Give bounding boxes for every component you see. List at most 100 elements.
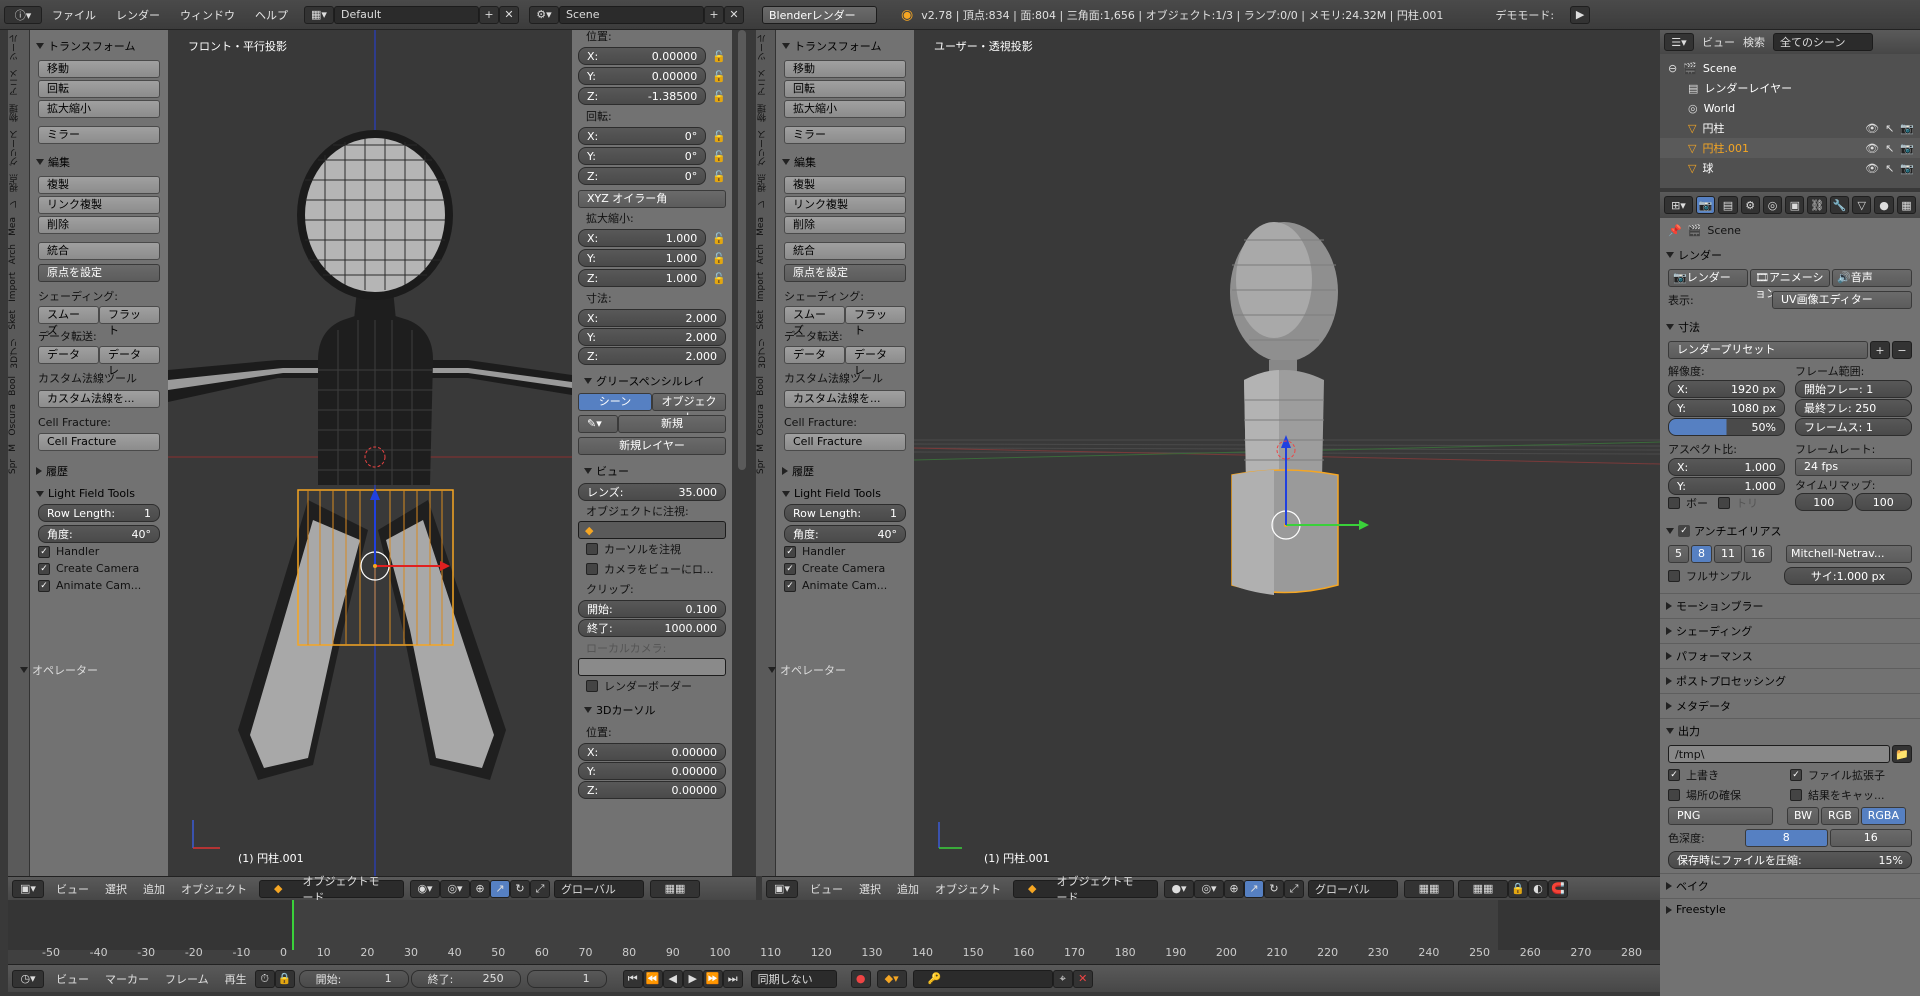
overwrite-checkbox[interactable]: ✓ 上書き — [1668, 767, 1790, 783]
edit-panel-header[interactable]: 編集 — [30, 150, 168, 174]
n-panel-scrollbar[interactable] — [738, 30, 746, 470]
tab-m[interactable]: M — [756, 440, 766, 456]
rot-x-field[interactable]: X: 0° — [578, 127, 707, 145]
output-path-field[interactable]: /tmp\ — [1668, 745, 1890, 763]
dim-x-field[interactable]: X: 2.000 — [578, 309, 726, 327]
loc-y-field[interactable]: Y: 0.00000 — [578, 67, 707, 85]
remove-scene-button[interactable]: ✕ — [724, 5, 744, 24]
camera-icon[interactable]: 📷 — [1900, 162, 1914, 175]
playback-menu[interactable]: 再生 — [217, 971, 255, 987]
screen-layout-field[interactable]: Default — [334, 5, 479, 24]
lock-icon[interactable]: 🔓 — [712, 232, 726, 245]
color-rgba-button[interactable]: RGBA — [1860, 807, 1906, 825]
row-length-field[interactable]: Row Length: 1 — [38, 504, 160, 522]
menu-help[interactable]: ヘルプ — [245, 7, 298, 23]
cursor-icon[interactable]: ↖ — [1885, 162, 1894, 175]
loc-z-field[interactable]: Z: -1.38500 — [578, 87, 707, 105]
set-origin-select[interactable]: 原点を設定 — [784, 264, 906, 282]
tab-mea[interactable]: Mea — [8, 213, 18, 240]
lock-camera-checkbox[interactable]: カメラをビューにロ... — [578, 559, 726, 579]
play-reverse-icon[interactable]: ◀ — [662, 969, 683, 988]
aa-samples-16[interactable]: 16 — [1744, 545, 1772, 563]
add-layout-button[interactable]: + — [479, 5, 499, 24]
aspect-x-field[interactable]: X: 1.000 — [1668, 458, 1785, 476]
shading-mode-icon[interactable]: ◉▾ — [410, 879, 440, 898]
cursor-icon[interactable]: ↖ — [1885, 142, 1894, 155]
cursor-y-field[interactable]: Y: 0.00000 — [578, 762, 726, 780]
delete-button[interactable]: 削除 — [38, 216, 160, 234]
add-scene-button[interactable]: + — [704, 5, 724, 24]
scale-button[interactable]: 拡大縮小 — [38, 100, 160, 118]
render-anim-button[interactable]: 🎞アニメーション — [1750, 269, 1830, 300]
3d-cursor-header[interactable]: 3Dカーソル — [578, 698, 726, 722]
mirror-button[interactable]: ミラー — [38, 126, 160, 144]
frame-menu[interactable]: フレーム — [157, 971, 217, 987]
screen-layout-icon[interactable]: ▦▾ — [304, 5, 334, 24]
link-duplicate-button[interactable]: リンク複製 — [38, 196, 160, 214]
outliner-row-scene[interactable]: ⊖ 🎬 Scene — [1660, 58, 1920, 78]
smooth-button[interactable]: スムーズ — [38, 306, 99, 337]
tab-anim[interactable]: アニメ — [8, 65, 21, 100]
pin-icon[interactable]: 📌 — [1668, 224, 1682, 237]
lock-icon[interactable]: 🔓 — [712, 170, 726, 183]
data-layout-button[interactable]: データレ — [99, 346, 160, 377]
insert-key-icon[interactable]: ⌖ — [1052, 969, 1073, 988]
border-checkbox[interactable]: ボー — [1668, 495, 1708, 511]
history-panel-header[interactable]: 履歴 — [30, 459, 168, 483]
rotate-button[interactable]: 回転 — [784, 80, 906, 98]
duplicate-button[interactable]: 複製 — [38, 176, 160, 194]
manipulator-icon[interactable]: ⊕ — [470, 879, 490, 898]
pivot-icon[interactable]: ◎▾ — [440, 879, 470, 898]
render-preview-icon[interactable]: ◐ — [1528, 879, 1548, 898]
tab-re[interactable]: レ — [8, 196, 21, 213]
freestyle-panel-header[interactable]: Freestyle — [1660, 898, 1920, 920]
material-icon[interactable]: ● — [1874, 196, 1894, 214]
current-frame-line[interactable] — [292, 900, 294, 950]
render-image-button[interactable]: 📷レンダー — [1668, 269, 1748, 287]
clip-end-field[interactable]: 終了: 1000.000 — [578, 619, 726, 637]
animate-cam-checkbox[interactable]: ✓ Animate Cam... — [30, 577, 168, 594]
tab-m[interactable]: M — [8, 440, 18, 456]
tab-3dprint[interactable]: 3Dプリ — [8, 334, 21, 373]
tab-tools[interactable]: ツール — [756, 30, 769, 65]
row-length-field[interactable]: Row Length: 1 — [784, 504, 906, 522]
bake-panel-header[interactable]: ベイク — [1660, 873, 1920, 898]
color-depth-16[interactable]: 16 — [1829, 829, 1912, 847]
remove-layout-button[interactable]: ✕ — [499, 5, 519, 24]
file-extensions-checkbox[interactable]: ✓ ファイル拡張子 — [1790, 767, 1912, 783]
placeholders-checkbox[interactable]: 場所の確保 — [1668, 787, 1790, 803]
scale-manip-icon[interactable]: ⤢ — [1284, 879, 1304, 898]
scale-y-field[interactable]: Y: 1.000 — [578, 249, 707, 267]
viewport-editor-icon[interactable]: ▣▾ — [12, 879, 44, 898]
res-x-field[interactable]: X: 1920 px — [1668, 380, 1785, 398]
transform-orientation-select[interactable]: グローバル — [1308, 879, 1398, 898]
grease-pencil-header[interactable]: グリースペンシルレイ — [578, 369, 726, 393]
tab-oscura[interactable]: Oscura — [8, 400, 18, 440]
remap-new-field[interactable]: 100 — [1854, 493, 1912, 511]
rotate-manip-icon[interactable]: ↻ — [1264, 879, 1284, 898]
view-menu[interactable]: ビュー — [48, 881, 97, 897]
lock-icon[interactable]: 🔓 — [712, 90, 726, 103]
flat-button[interactable]: フラット — [845, 306, 906, 337]
sync-mode-select[interactable]: 同期しない — [750, 969, 837, 988]
tab-view[interactable]: 視点 — [756, 170, 769, 196]
post-processing-header[interactable]: ポストプロセッシング — [1660, 668, 1920, 693]
lock-cursor-checkbox[interactable]: カーソルを注視 — [578, 539, 726, 559]
viewport-front[interactable]: フロント・平行投影 (1) 円柱.001 — [168, 30, 572, 876]
gp-object-button[interactable]: オブジェクト — [652, 393, 726, 424]
tab-re[interactable]: レ — [756, 196, 769, 213]
scale-button[interactable]: 拡大縮小 — [784, 100, 906, 118]
world-context-icon[interactable]: ◎ — [1762, 196, 1783, 214]
res-pct-field[interactable]: 50% — [1668, 418, 1785, 436]
keying-set-icon[interactable]: ◆▾ — [876, 969, 907, 988]
tab-sket[interactable]: Sket — [756, 306, 766, 334]
tab-3dprint[interactable]: 3Dプリ — [756, 334, 769, 373]
viewport-user-persp[interactable]: ユーザー・透視投影 (1) 円柱.001 — [914, 30, 1660, 876]
operator-panel-header[interactable]: オペレーター — [762, 658, 912, 682]
delete-key-icon[interactable]: ✕ — [1072, 969, 1093, 988]
preview-range-icon[interactable]: ⏱ — [254, 969, 275, 988]
cursor-x-field[interactable]: X: 0.00000 — [578, 743, 726, 761]
menu-render[interactable]: レンダー — [106, 7, 170, 23]
filter-size-field[interactable]: サイ:1.000 px — [1784, 567, 1912, 585]
lock-icon[interactable]: 🔓 — [712, 272, 726, 285]
